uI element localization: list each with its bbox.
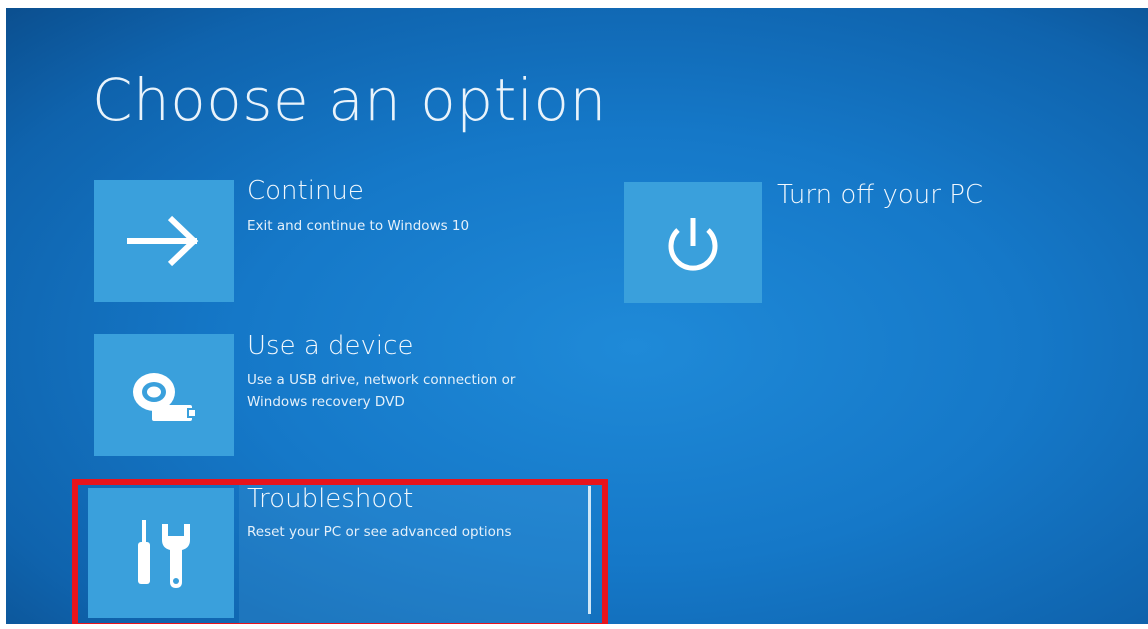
turn-off-title[interactable]: Turn off your PC bbox=[777, 180, 983, 210]
arrow-right-icon bbox=[127, 215, 199, 267]
recovery-screen: Choose an option Continue Exit and conti… bbox=[6, 8, 1148, 624]
turn-off-tile[interactable] bbox=[624, 182, 762, 303]
continue-description: Exit and continue to Windows 10 bbox=[247, 218, 470, 234]
disc-usb-icon bbox=[133, 373, 197, 421]
continue-tile[interactable] bbox=[94, 180, 234, 302]
use-device-description-line2: Windows recovery DVD bbox=[247, 394, 405, 410]
troubleshoot-highlight-box bbox=[72, 479, 608, 624]
power-icon bbox=[668, 218, 718, 271]
use-device-tile[interactable] bbox=[94, 334, 234, 456]
continue-title[interactable]: Continue bbox=[247, 176, 364, 206]
use-device-description-line1: Use a USB drive, network connection or bbox=[247, 372, 516, 388]
use-device-title[interactable]: Use a device bbox=[247, 331, 413, 361]
page-title: Choose an option bbox=[92, 66, 607, 134]
